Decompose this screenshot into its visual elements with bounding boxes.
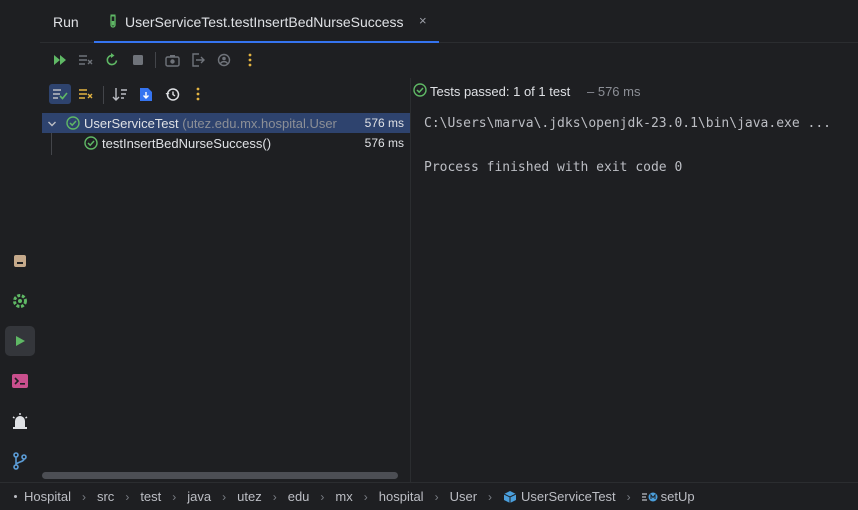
test-passed-icon bbox=[413, 83, 427, 100]
chevron-right-icon: › bbox=[488, 489, 493, 504]
chevron-right-icon: › bbox=[363, 489, 368, 504]
test-passed-icon bbox=[66, 116, 80, 133]
breadcrumb-item[interactable]: hospital bbox=[379, 489, 424, 504]
run-tabbar: Run UserServiceTest.testInsertBedNurseSu… bbox=[40, 0, 858, 43]
chevron-right-icon: › bbox=[434, 489, 439, 504]
chevron-right-icon: › bbox=[626, 489, 631, 504]
test-method-name: testInsertBedNurseSuccess() bbox=[102, 136, 272, 151]
breadcrumb-item[interactable]: mx bbox=[335, 489, 352, 504]
breadcrumb-item[interactable]: src bbox=[97, 489, 114, 504]
horizontal-scrollbar[interactable] bbox=[42, 472, 398, 479]
chevron-right-icon: › bbox=[222, 489, 227, 504]
coverage-icon[interactable] bbox=[215, 51, 233, 69]
breadcrumb-item[interactable]: edu bbox=[288, 489, 310, 504]
breadcrumb-item[interactable]: User bbox=[450, 489, 477, 504]
breadcrumb-item[interactable]: Hospital bbox=[24, 489, 71, 504]
sort-icon[interactable] bbox=[109, 84, 131, 104]
tab-label: UserServiceTest.testInsertBedNurseSucces… bbox=[125, 14, 404, 30]
breadcrumb-item-method[interactable]: setUp bbox=[641, 489, 695, 504]
rerun-icon[interactable] bbox=[103, 51, 121, 69]
run-window-title: Run bbox=[53, 14, 79, 30]
screenshot-icon[interactable] bbox=[163, 51, 181, 69]
tool-window-stripe bbox=[0, 0, 40, 482]
chevron-right-icon: › bbox=[320, 489, 325, 504]
toolbar-separator bbox=[155, 52, 156, 68]
test-tree-root-row[interactable]: UserServiceTest (utez.edu.mx.hospital.Us… bbox=[42, 113, 410, 133]
run-icon[interactable] bbox=[5, 326, 35, 356]
console-line: Process finished with exit code 0 bbox=[424, 160, 683, 175]
toolbar-separator bbox=[103, 86, 104, 104]
exit-icon[interactable] bbox=[189, 51, 207, 69]
history-icon[interactable] bbox=[161, 84, 183, 104]
class-cube-icon bbox=[503, 490, 517, 503]
tests-timing-text: – 576 ms bbox=[587, 84, 641, 99]
stop-icon[interactable] bbox=[129, 51, 147, 69]
breadcrumb-item[interactable]: java bbox=[187, 489, 211, 504]
breadcrumb-item[interactable]: test bbox=[140, 489, 161, 504]
test-tree-toolbar bbox=[40, 78, 410, 110]
breadcrumb-item-label: setUp bbox=[660, 489, 695, 504]
test-tube-icon bbox=[109, 14, 117, 31]
test-tree-child-row[interactable]: testInsertBedNurseSuccess() 576 ms bbox=[42, 133, 410, 153]
chevron-right-icon: › bbox=[272, 489, 277, 504]
show-passed-icon[interactable] bbox=[49, 84, 71, 104]
run-toolbar bbox=[40, 44, 858, 76]
method-icon bbox=[641, 492, 658, 501]
more-icon[interactable] bbox=[187, 84, 209, 104]
tests-passed-text: Tests passed: 1 of 1 test bbox=[430, 84, 571, 99]
terminal-icon[interactable] bbox=[5, 366, 35, 396]
test-class-duration: 576 ms bbox=[364, 116, 404, 130]
rerun-failed-icon[interactable] bbox=[51, 51, 69, 69]
tab-run-configuration[interactable]: UserServiceTest.testInsertBedNurseSucces… bbox=[94, 0, 439, 43]
bookmarks-icon[interactable] bbox=[5, 246, 35, 276]
chevron-down-icon[interactable] bbox=[47, 117, 57, 132]
chevron-right-icon: › bbox=[125, 489, 130, 504]
test-class-name: UserServiceTest bbox=[84, 116, 179, 131]
services-icon[interactable] bbox=[5, 286, 35, 316]
bullet-icon bbox=[14, 495, 17, 498]
breadcrumb-item-class[interactable]: UserServiceTest bbox=[503, 489, 616, 504]
test-method-duration: 576 ms bbox=[364, 136, 404, 150]
breadcrumb-item-label: UserServiceTest bbox=[521, 489, 616, 504]
show-ignored-icon[interactable] bbox=[75, 84, 97, 104]
test-class-package: (utez.edu.mx.hospital.User bbox=[182, 116, 337, 131]
test-results-tree-panel: UserServiceTest (utez.edu.mx.hospital.Us… bbox=[40, 78, 410, 482]
console-output-panel: Tests passed: 1 of 1 test – 576 ms C:\Us… bbox=[411, 78, 858, 482]
test-passed-icon bbox=[84, 136, 98, 153]
close-icon[interactable]: × bbox=[419, 13, 427, 28]
status-bar: Hospital › src › test › java › utez › ed… bbox=[0, 482, 858, 510]
console-line: C:\Users\marva\.jdks\openjdk-23.0.1\bin\… bbox=[424, 116, 831, 131]
git-icon[interactable] bbox=[5, 446, 35, 476]
more-icon[interactable] bbox=[241, 51, 259, 69]
import-tests-icon[interactable] bbox=[135, 84, 157, 104]
chevron-right-icon: › bbox=[81, 489, 86, 504]
problems-icon[interactable] bbox=[5, 406, 35, 436]
chevron-right-icon: › bbox=[172, 489, 177, 504]
breadcrumb-item[interactable]: utez bbox=[237, 489, 262, 504]
stop-all-icon[interactable] bbox=[77, 51, 95, 69]
breadcrumb: Hospital › src › test › java › utez › ed… bbox=[14, 489, 695, 504]
